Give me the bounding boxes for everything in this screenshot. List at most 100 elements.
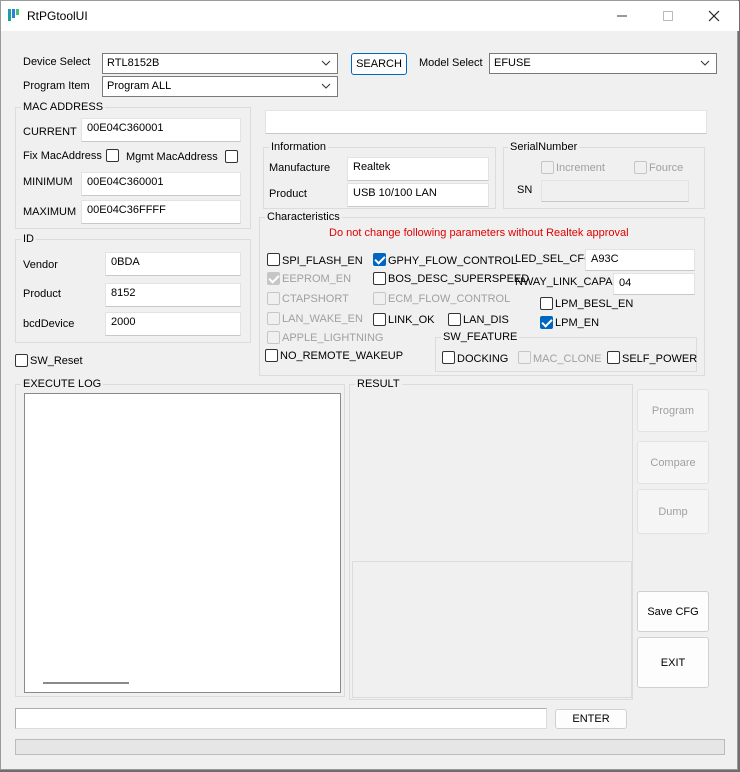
nway-link-capa-value: 04 — [619, 277, 632, 289]
id-product-label: Product — [23, 288, 61, 300]
characteristics-title: Characteristics — [265, 211, 342, 223]
manufacture-label: Manufacture — [269, 162, 331, 174]
execute-log-panel[interactable] — [24, 393, 341, 693]
minimize-icon — [617, 15, 627, 17]
mgmt-mac-label: Mgmt MacAddress — [126, 151, 218, 163]
mac-clone-checkbox[interactable] — [518, 351, 531, 364]
chevron-down-icon — [700, 60, 710, 66]
current-mac-field[interactable]: 00E04C360001 — [81, 118, 241, 142]
info-product-value: USB 10/100 LAN — [353, 187, 437, 199]
lpm-besl-en-label: LPM_BESL_EN — [555, 298, 634, 310]
progress-bar — [15, 739, 725, 755]
device-select-value: RTL8152B — [107, 57, 160, 69]
no-remote-wakeup-checkbox[interactable] — [265, 349, 278, 362]
link-ok-checkbox[interactable] — [373, 313, 386, 326]
nway-link-capa-label: NWAY_LINK_CAPA — [515, 276, 613, 288]
program-item-value: Program ALL — [107, 80, 172, 92]
model-select[interactable]: EFUSE — [489, 53, 717, 74]
manufacture-field[interactable]: Realtek — [347, 157, 489, 181]
warning-text: Do not change following parameters witho… — [329, 227, 629, 239]
docking-checkbox[interactable] — [442, 351, 455, 364]
enter-button[interactable]: ENTER — [555, 709, 627, 729]
id-product-field[interactable]: 8152 — [105, 283, 241, 307]
search-button[interactable]: SEARCH — [351, 53, 407, 75]
apple-lightning-checkbox[interactable] — [267, 331, 280, 344]
title-bar: RtPGtoolUI — [1, 1, 739, 31]
mac-clone-label: MAC_CLONE — [533, 353, 602, 365]
sw-feature-title: SW_FEATURE — [441, 331, 520, 343]
led-sel-cfg-value: A93C — [591, 253, 619, 265]
model-select-label: Model Select — [419, 57, 483, 69]
docking-label: DOCKING — [457, 353, 509, 365]
maximum-mac-field[interactable]: 00E04C36FFFF — [81, 200, 241, 224]
lpm-en-checkbox[interactable] — [540, 316, 553, 329]
bos-desc-superspeed-checkbox[interactable] — [373, 272, 386, 285]
main-window: RtPGtoolUI Device Select RTL8152B SEARCH… — [0, 0, 739, 770]
maximize-icon — [663, 11, 673, 21]
information-title: Information — [269, 141, 329, 153]
sw-reset-checkbox[interactable] — [15, 354, 28, 367]
fix-mac-label: Fix MacAddress — [23, 150, 102, 162]
spi-flash-en-label: SPI_FLASH_EN — [282, 255, 363, 267]
horizontal-scrollbar[interactable] — [43, 682, 129, 684]
compare-button[interactable]: Compare — [637, 441, 709, 484]
minimize-button[interactable] — [599, 1, 645, 31]
program-button[interactable]: Program — [637, 389, 709, 432]
ecm-flow-control-checkbox[interactable] — [373, 292, 386, 305]
sw-reset-label: SW_Reset — [30, 355, 83, 367]
command-input[interactable] — [15, 708, 547, 729]
result-title: RESULT — [355, 378, 402, 390]
ctapshort-label: CTAPSHORT — [282, 293, 349, 305]
fource-checkbox[interactable] — [634, 161, 647, 174]
result-lower-panel — [352, 561, 632, 698]
lan-dis-label: LAN_DIS — [463, 314, 509, 326]
eeprom-en-checkbox[interactable] — [267, 272, 280, 285]
chevron-down-icon — [321, 83, 331, 89]
lan-wake-en-checkbox[interactable] — [267, 312, 280, 325]
spi-flash-en-checkbox[interactable] — [267, 253, 280, 266]
status-strip — [265, 110, 707, 134]
app-icon — [7, 8, 21, 22]
save-cfg-button[interactable]: Save CFG — [637, 591, 709, 632]
vendor-field[interactable]: 0BDA — [105, 252, 241, 276]
maximum-label: MAXIMUM — [23, 206, 77, 218]
ctapshort-checkbox[interactable] — [267, 292, 280, 305]
link-ok-label: LINK_OK — [388, 314, 435, 326]
dump-button[interactable]: Dump — [637, 489, 709, 534]
current-mac-value: 00E04C360001 — [87, 122, 164, 134]
id-title: ID — [21, 233, 36, 245]
ecm-flow-control-label: ECM_FLOW_CONTROL — [388, 293, 511, 305]
led-sel-cfg-label: LED_SEL_CFG — [515, 253, 593, 265]
mgmt-mac-checkbox[interactable] — [225, 150, 238, 163]
bcd-device-field[interactable]: 2000 — [105, 312, 241, 336]
info-product-field[interactable]: USB 10/100 LAN — [347, 183, 489, 207]
maximize-button[interactable] — [645, 1, 691, 31]
sn-label: SN — [517, 184, 533, 196]
minimum-label: MINIMUM — [23, 176, 73, 188]
fix-mac-checkbox[interactable] — [106, 149, 119, 162]
increment-label: Increment — [556, 162, 605, 174]
device-select-label: Device Select — [23, 56, 91, 68]
vendor-label: Vendor — [23, 259, 58, 271]
lan-dis-checkbox[interactable] — [448, 313, 461, 326]
lpm-besl-en-checkbox[interactable] — [540, 297, 553, 310]
current-label: CURRENT — [23, 126, 77, 138]
chevron-down-icon — [321, 60, 331, 66]
exit-button[interactable]: EXIT — [637, 637, 709, 688]
bos-desc-superspeed-label: BOS_DESC_SUPERSPEED — [388, 273, 530, 285]
sn-field[interactable] — [541, 180, 689, 202]
model-select-value: EFUSE — [494, 57, 531, 69]
no-remote-wakeup-label: NO_REMOTE_WAKEUP — [280, 350, 404, 362]
gphy-flow-control-checkbox[interactable] — [373, 253, 386, 266]
nway-link-capa-field[interactable]: 04 — [613, 273, 695, 295]
maximum-mac-value: 00E04C36FFFF — [87, 204, 166, 216]
program-item-select[interactable]: Program ALL — [102, 76, 338, 97]
lpm-en-label: LPM_EN — [555, 317, 600, 329]
increment-checkbox[interactable] — [541, 161, 554, 174]
device-select[interactable]: RTL8152B — [102, 53, 338, 74]
vendor-value: 0BDA — [111, 256, 140, 268]
close-button[interactable] — [691, 1, 737, 31]
self-power-checkbox[interactable] — [607, 351, 620, 364]
led-sel-cfg-field[interactable]: A93C — [585, 249, 695, 271]
minimum-mac-field[interactable]: 00E04C360001 — [81, 172, 241, 196]
